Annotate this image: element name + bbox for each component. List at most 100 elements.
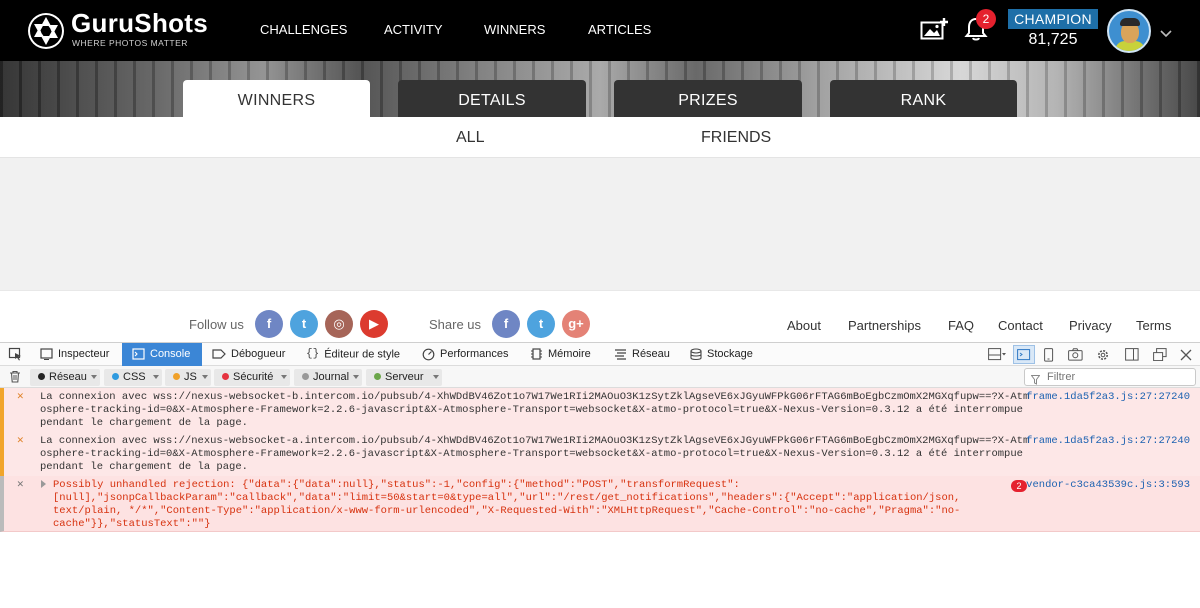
console-message-source-link[interactable]: vendor-c3ca43539c.js:3:593: [1026, 479, 1190, 492]
console-icon: [132, 348, 145, 360]
chevron-down-icon[interactable]: [1160, 25, 1172, 43]
network-icon: [615, 349, 626, 360]
avatar[interactable]: [1107, 9, 1151, 53]
footer-link-contact[interactable]: Contact: [998, 318, 1043, 333]
filter-server[interactable]: Serveur: [366, 369, 442, 386]
console-filter-bar: Réseau CSS JS Sécurité Journal Serveur: [0, 366, 1200, 388]
memory-icon: [531, 348, 542, 360]
rank-badge: CHAMPION: [1008, 9, 1098, 29]
performance-icon: [422, 348, 435, 360]
console-message-error: ✕ Possibly unhandled rejection: {"data":…: [0, 476, 1200, 532]
tab-rank[interactable]: RANK: [830, 80, 1017, 117]
devtools-tab-label: Stockage: [707, 348, 753, 360]
brand-name[interactable]: GuruShots: [71, 8, 208, 39]
devtools-tab-label: Console: [150, 348, 191, 360]
filter-label: Journal: [313, 371, 350, 383]
warning-icon: ✕: [17, 435, 24, 447]
debugger-icon: [212, 349, 226, 359]
nav-articles[interactable]: ARTICLES: [588, 22, 651, 37]
footer-link-partnerships[interactable]: Partnerships: [848, 318, 921, 333]
devtools-toolbar: Inspecteur Console Débogueur {} Éditeur d…: [0, 342, 1200, 366]
winners-filter-bar: ALL FRIENDS: [0, 117, 1200, 158]
devtools-tab-performance[interactable]: Performances: [414, 343, 520, 366]
filter-label: Serveur: [385, 371, 424, 383]
filter-js[interactable]: JS: [165, 369, 211, 386]
devtools-tab-style-editor[interactable]: {} Éditeur de style: [298, 343, 412, 366]
storage-icon: [690, 348, 702, 360]
footer-link-terms[interactable]: Terms: [1136, 318, 1171, 333]
repeat-count-badge: 2: [1011, 480, 1027, 492]
element-picker-icon[interactable]: [0, 343, 30, 366]
filter-log[interactable]: Journal: [294, 369, 362, 386]
upload-photo-icon[interactable]: [920, 17, 950, 46]
winners-content-area: [0, 158, 1200, 290]
clear-console-trash-icon[interactable]: [9, 370, 21, 388]
split-console-icon[interactable]: [1013, 345, 1035, 364]
challenge-banner-image: [0, 61, 1200, 117]
warning-icon: ✕: [17, 391, 24, 403]
screenshot-icon[interactable]: [1068, 348, 1083, 366]
console-message-text: La connexion avec wss://nexus-websocket-…: [40, 435, 1030, 473]
tab-details[interactable]: DETAILS: [398, 80, 586, 117]
footer-link-privacy[interactable]: Privacy: [1069, 318, 1112, 333]
devtools-tab-console[interactable]: Console: [122, 343, 202, 366]
devtools-tab-memory[interactable]: Mémoire: [522, 343, 600, 366]
console-filter-input[interactable]: [1024, 368, 1196, 386]
filter-label: Réseau: [49, 371, 87, 383]
separate-window-icon[interactable]: [1153, 348, 1167, 366]
expand-twisty-icon[interactable]: [41, 480, 46, 488]
devtools-tab-label: Performances: [440, 348, 509, 360]
console-message-text: Possibly unhandled rejection: {"data":{"…: [53, 479, 961, 530]
facebook-share-icon[interactable]: f: [492, 310, 520, 338]
points-value: 81,725: [1028, 31, 1078, 48]
console-message-source-link[interactable]: frame.1da5f2a3.js:27:27240: [1026, 391, 1190, 404]
footer-link-about[interactable]: About: [787, 318, 821, 333]
devtools-tab-label: Réseau: [632, 348, 670, 360]
console-message-source-link[interactable]: frame.1da5f2a3.js:27:27240: [1026, 435, 1190, 448]
devtools-tab-network[interactable]: Réseau: [606, 343, 680, 366]
devtools-tab-debugger[interactable]: Débogueur: [204, 343, 296, 366]
devtools-tab-inspector[interactable]: Inspecteur: [32, 343, 120, 366]
nav-challenges[interactable]: CHALLENGES: [260, 22, 347, 37]
instagram-follow-icon[interactable]: ◎: [325, 310, 353, 338]
gurushots-logo-icon[interactable]: [28, 13, 64, 49]
facebook-follow-icon[interactable]: f: [255, 310, 283, 338]
filter-css[interactable]: CSS: [104, 369, 162, 386]
twitter-share-icon[interactable]: t: [527, 310, 555, 338]
youtube-follow-icon[interactable]: ▶: [360, 310, 388, 338]
site-footer: Follow us f t ◎ ▶ Share us f t g+ About …: [0, 290, 1200, 342]
inspector-icon: [40, 348, 53, 361]
devtools-tab-label: Débogueur: [231, 348, 286, 360]
console-message-warning: ✕ La connexion avec wss://nexus-websocke…: [0, 388, 1200, 432]
console-output: ✕ La connexion avec wss://nexus-websocke…: [0, 388, 1200, 608]
devtools-tab-label: Mémoire: [548, 348, 591, 360]
subtab-friends[interactable]: FRIENDS: [701, 129, 771, 147]
devtools-tab-label: Éditeur de style: [324, 348, 401, 361]
responsive-design-icon[interactable]: [1044, 348, 1054, 367]
filter-label: Sécurité: [233, 371, 274, 383]
filter-label: CSS: [123, 371, 146, 383]
error-icon: ✕: [17, 479, 24, 491]
tab-prizes[interactable]: PRIZES: [614, 80, 802, 117]
nav-activity[interactable]: ACTIVITY: [384, 22, 443, 37]
settings-gear-icon[interactable]: [1096, 348, 1110, 367]
filter-security[interactable]: Sécurité: [214, 369, 290, 386]
share-us-label: Share us: [429, 317, 482, 332]
style-editor-icon: {}: [306, 348, 320, 360]
notification-count-badge: 2: [976, 9, 996, 29]
devtools-tab-storage[interactable]: Stockage: [682, 343, 764, 366]
nav-winners[interactable]: WINNERS: [484, 22, 545, 37]
filter-network[interactable]: Réseau: [30, 369, 100, 386]
dock-side-icon[interactable]: [1125, 348, 1139, 366]
filter-label: JS: [184, 371, 197, 383]
google-plus-share-icon[interactable]: g+: [562, 310, 590, 338]
tab-winners[interactable]: WINNERS: [183, 80, 370, 117]
subtab-all[interactable]: ALL: [456, 129, 484, 147]
devtools-tab-label: Inspecteur: [58, 348, 110, 360]
close-devtools-icon[interactable]: [1180, 348, 1192, 366]
dock-options-icon[interactable]: [988, 348, 1006, 366]
twitter-follow-icon[interactable]: t: [290, 310, 318, 338]
top-navigation-bar: GuruShots WHERE PHOTOS MATTER CHALLENGES…: [0, 0, 1200, 61]
console-message-warning: ✕ La connexion avec wss://nexus-websocke…: [0, 432, 1200, 476]
footer-link-faq[interactable]: FAQ: [948, 318, 974, 333]
